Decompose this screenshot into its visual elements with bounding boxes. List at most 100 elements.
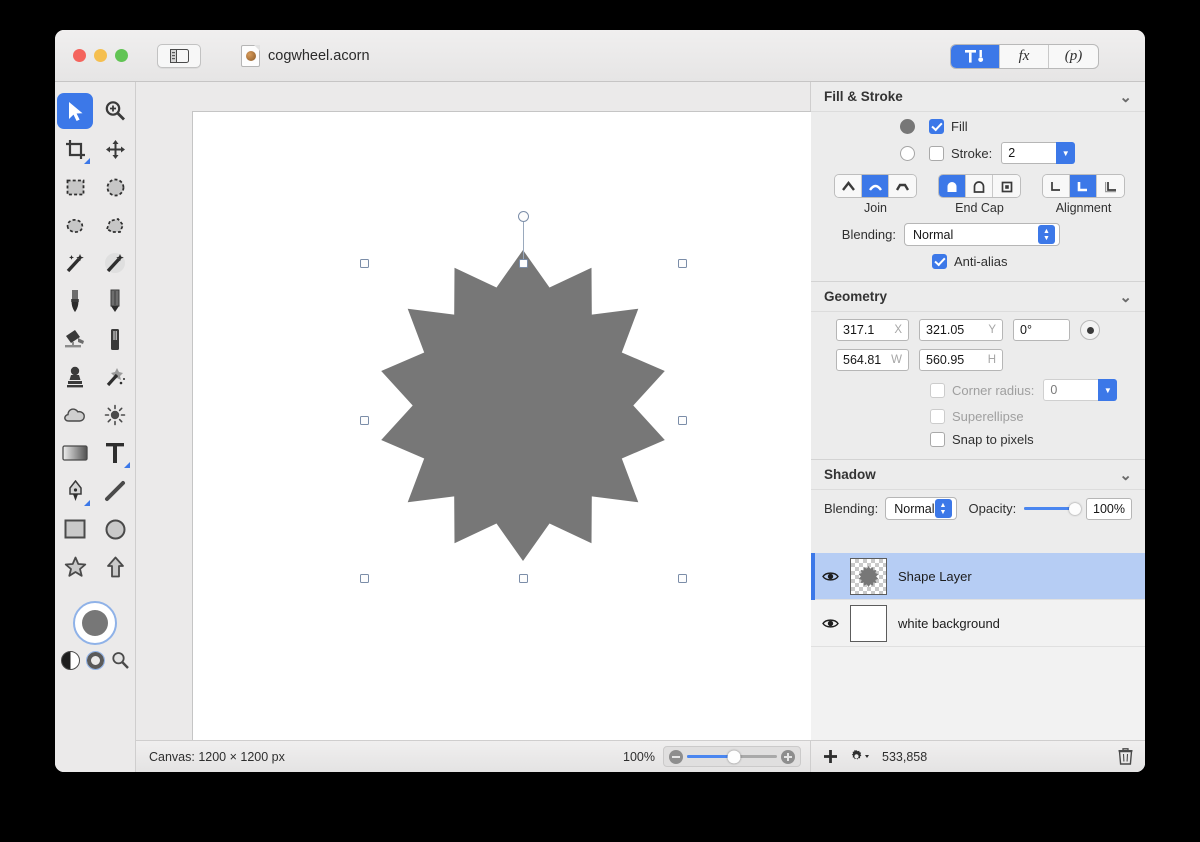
resize-handle-bottom-left[interactable] [360, 574, 369, 583]
transform-tool[interactable] [97, 131, 133, 167]
add-layer-button[interactable] [823, 749, 838, 764]
fill-checkbox[interactable] [929, 119, 944, 134]
corner-radius-stepper[interactable]: ▼ [1098, 379, 1118, 401]
lasso-tool[interactable] [57, 207, 93, 243]
arrow-tool[interactable] [97, 549, 133, 585]
shadow-section-header[interactable]: Shadow ⌄ [811, 460, 1145, 490]
inspector-mode-segmented-control[interactable]: fx (p) [950, 44, 1099, 69]
text-tool[interactable] [97, 435, 133, 471]
tab-effects[interactable]: fx [1000, 45, 1049, 68]
layer-visibility-toggle[interactable] [822, 617, 839, 629]
default-colors-icon[interactable] [60, 651, 80, 670]
x-field[interactable]: 317.1 X [836, 319, 909, 341]
endcap-round-button[interactable] [939, 175, 966, 197]
endcap-projecting-button[interactable] [993, 175, 1020, 197]
alignment-segmented-control[interactable] [1042, 174, 1125, 198]
antialias-checkbox[interactable] [932, 254, 947, 269]
join-segmented-control[interactable] [834, 174, 917, 198]
tab-presets[interactable]: (p) [1049, 45, 1098, 68]
blur-tool[interactable] [57, 397, 93, 433]
fill-color-radio[interactable] [900, 119, 915, 134]
zoom-slider-knob[interactable] [727, 750, 741, 763]
sidebar-toggle-button[interactable] [157, 43, 201, 68]
rectangular-marquee-tool[interactable] [57, 169, 93, 205]
line-tool[interactable] [97, 473, 133, 509]
gradient-tool[interactable] [57, 435, 93, 471]
elliptical-marquee-tool[interactable] [97, 169, 133, 205]
resize-handle-bottom-right[interactable] [678, 574, 687, 583]
join-bevel-button[interactable] [889, 175, 916, 197]
shadow-opacity-slider[interactable] [1024, 502, 1082, 515]
polygon-lasso-tool[interactable] [97, 207, 133, 243]
ellipse-tool[interactable] [97, 511, 133, 547]
rotation-dial-button[interactable] [1080, 320, 1100, 340]
instant-alpha-tool[interactable] [97, 245, 133, 281]
zoom-tool[interactable] [97, 93, 133, 129]
rotation-handle[interactable] [518, 211, 529, 222]
resize-handle-bottom-center[interactable] [519, 574, 528, 583]
join-miter-button[interactable] [835, 175, 862, 197]
resize-handle-top-center[interactable] [519, 259, 528, 268]
move-tool[interactable] [57, 93, 93, 129]
delete-layer-button[interactable] [1118, 748, 1133, 765]
layer-visibility-toggle[interactable] [822, 570, 839, 582]
endcap-segmented-control[interactable] [938, 174, 1021, 198]
layer-row-shape-layer[interactable]: Shape Layer [811, 552, 1145, 600]
color-picker-magnifier-icon[interactable] [111, 651, 130, 670]
rectangle-tool[interactable] [57, 511, 93, 547]
chevron-down-icon[interactable]: ⌄ [1119, 466, 1132, 484]
pencil-tool[interactable] [97, 283, 133, 319]
alignment-inside-button[interactable] [1043, 175, 1070, 197]
width-field[interactable]: 564.81 W [836, 349, 909, 371]
tab-tools[interactable] [951, 45, 1000, 68]
stroke-width-stepper[interactable]: ▼ [1056, 142, 1076, 164]
fill-stroke-section-header[interactable]: Fill & Stroke ⌄ [811, 82, 1145, 112]
chevron-down-icon[interactable]: ⌄ [1119, 88, 1132, 106]
paint-bucket-tool[interactable] [57, 321, 93, 357]
swap-colors-icon[interactable] [85, 651, 105, 670]
stroke-color-radio[interactable] [900, 145, 915, 161]
pen-tool[interactable] [57, 473, 93, 509]
sharpen-tool[interactable] [97, 397, 133, 433]
healing-brush-tool[interactable] [97, 359, 133, 395]
canvas[interactable] [192, 111, 861, 760]
y-field[interactable]: 321.05 Y [919, 319, 1003, 341]
shadow-blending-popup[interactable]: Normal ▲ ▼ [885, 497, 957, 520]
zoom-out-icon[interactable] [669, 749, 683, 764]
minimize-button[interactable] [94, 49, 107, 62]
cogwheel-shape[interactable] [193, 112, 861, 760]
corner-radius-checkbox[interactable] [930, 382, 945, 398]
alignment-center-button[interactable] [1070, 175, 1097, 197]
blending-popup[interactable]: Normal ▲ ▼ [904, 223, 1060, 246]
close-button[interactable] [73, 49, 86, 62]
shadow-opacity-field[interactable]: 100% [1086, 497, 1132, 520]
resize-handle-top-left[interactable] [360, 259, 369, 268]
foreground-color-well[interactable] [73, 601, 117, 645]
layer-settings-menu-button[interactable] [849, 749, 871, 764]
resize-handle-middle-right[interactable] [678, 416, 687, 425]
height-field[interactable]: 560.95 H [919, 349, 1003, 371]
corner-radius-field[interactable]: 0 [1043, 379, 1099, 401]
stroke-width-field[interactable]: 2 [1001, 142, 1057, 164]
zoom-slider-track[interactable] [687, 750, 777, 763]
resize-handle-middle-left[interactable] [360, 416, 369, 425]
zoom-button[interactable] [115, 49, 128, 62]
opacity-slider-knob[interactable] [1069, 502, 1082, 515]
zoom-slider[interactable] [663, 746, 801, 767]
join-round-button[interactable] [862, 175, 889, 197]
magic-wand-tool[interactable] [57, 245, 93, 281]
chevron-down-icon[interactable]: ⌄ [1119, 288, 1132, 306]
stroke-checkbox[interactable] [929, 145, 944, 161]
clone-stamp-tool[interactable] [57, 359, 93, 395]
rotation-field[interactable]: 0° [1013, 319, 1070, 341]
snap-to-pixels-checkbox[interactable] [930, 432, 945, 447]
star-tool[interactable] [57, 549, 93, 585]
superellipse-checkbox[interactable] [930, 409, 945, 424]
eraser-tool[interactable] [97, 321, 133, 357]
layer-row-white-background[interactable]: white background [811, 600, 1145, 647]
geometry-section-header[interactable]: Geometry ⌄ [811, 282, 1145, 312]
crop-tool[interactable] [57, 131, 93, 167]
brush-tool[interactable] [57, 283, 93, 319]
alignment-outside-button[interactable] [1097, 175, 1124, 197]
resize-handle-top-right[interactable] [678, 259, 687, 268]
